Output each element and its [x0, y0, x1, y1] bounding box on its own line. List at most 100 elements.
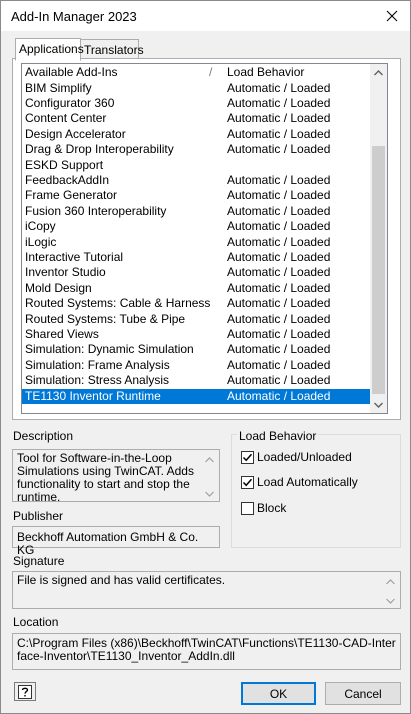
column-header-behavior[interactable]: Load Behavior: [227, 65, 304, 79]
add-in-load-behavior: Automatic / Loaded: [227, 172, 331, 187]
list-item[interactable]: Design Accelerator Automatic / Loaded: [22, 127, 372, 142]
column-header-name[interactable]: Available Add-Ins: [25, 65, 118, 79]
close-button[interactable]: [382, 6, 402, 26]
description-box[interactable]: Tool for Software-in-the-Loop Simulation…: [12, 449, 220, 504]
add-in-load-behavior: Automatic / Loaded: [227, 188, 331, 203]
add-in-load-behavior: Automatic / Loaded: [227, 219, 331, 234]
add-in-name: Content Center: [25, 111, 107, 126]
list-item[interactable]: iCopy Automatic / Loaded: [22, 219, 372, 234]
list-scrollbar[interactable]: [370, 64, 387, 413]
add-ins-list[interactable]: Available Add-Ins / Load Behavior BIM Si…: [21, 63, 388, 414]
add-in-load-behavior: Automatic / Loaded: [227, 296, 331, 311]
chevron-up-icon: [374, 69, 383, 75]
list-item[interactable]: Drag & Drop Interoperability Automatic / …: [22, 142, 372, 157]
add-in-name: ESKD Support: [25, 157, 104, 172]
ok-button[interactable]: OK: [241, 682, 316, 705]
load-option-1[interactable]: Load Automatically: [241, 475, 391, 491]
scroll-up-button[interactable]: [201, 451, 218, 468]
location-field[interactable]: C:\Program Files (x86)\Beckhoff\TwinCAT\…: [12, 633, 401, 670]
add-in-name: Simulation: Frame Analysis: [25, 357, 170, 372]
add-in-load-behavior: Automatic / Loaded: [227, 95, 331, 110]
tab-translators[interactable]: Translators: [80, 39, 144, 60]
list-item[interactable]: Simulation: Dynamic Simulation Automatic …: [22, 342, 372, 357]
add-in-load-behavior: Automatic / Loaded: [227, 357, 331, 372]
list-item[interactable]: TE1130 Inventor Runtime Automatic / Loade…: [22, 388, 372, 404]
add-in-name: TE1130 Inventor Runtime: [25, 388, 161, 403]
list-item[interactable]: Routed Systems: Tube & Pipe Automatic / L…: [22, 312, 372, 327]
list-item[interactable]: Interactive Tutorial Automatic / Loaded: [22, 250, 372, 265]
tab-applications[interactable]: Applications: [15, 38, 84, 61]
checkbox-label: Block: [257, 501, 287, 515]
add-in-manager-window: Add-In Manager 2023 Applications Transla…: [0, 0, 411, 714]
close-icon: [386, 10, 398, 22]
publisher-label: Publisher: [13, 509, 64, 523]
list-item[interactable]: Configurator 360 Automatic / Loaded: [22, 96, 372, 111]
list-item[interactable]: Content Center Automatic / Loaded: [22, 111, 372, 126]
add-in-name: Mold Design: [25, 280, 92, 295]
checkbox[interactable]: [241, 476, 254, 489]
add-in-name: iCopy: [25, 219, 56, 234]
scroll-down-button[interactable]: [382, 592, 399, 609]
location-text: C:\Program Files (x86)\Beckhoff\TwinCAT\…: [17, 636, 396, 663]
scroll-down-button[interactable]: [201, 485, 218, 502]
list-item[interactable]: BIM Simplify Automatic / Loaded: [22, 81, 372, 96]
publisher-field[interactable]: Beckhoff Automation GmbH & Co. KG: [12, 526, 220, 557]
publisher-text: Beckhoff Automation GmbH & Co. KG: [17, 530, 199, 557]
checkbox[interactable]: [241, 451, 254, 464]
help-button[interactable]: [14, 682, 36, 701]
list-item[interactable]: FeedbackAddIn Automatic / Loaded: [22, 173, 372, 188]
add-in-load-behavior: Automatic / Loaded: [227, 388, 331, 403]
add-in-load-behavior: Automatic / Loaded: [227, 111, 331, 126]
signature-box[interactable]: File is signed and has valid certificate…: [12, 571, 401, 609]
list-header[interactable]: Available Add-Ins / Load Behavior: [22, 65, 372, 80]
sort-indicator: /: [209, 65, 213, 79]
add-in-name: Simulation: Stress Analysis: [25, 373, 170, 388]
add-in-load-behavior: Automatic / Loaded: [227, 326, 331, 341]
scroll-up-button[interactable]: [382, 573, 399, 590]
signature-label: Signature: [13, 554, 65, 568]
chevron-up-icon: [205, 456, 214, 462]
add-in-name: BIM Simplify: [25, 80, 92, 95]
list-item[interactable]: Simulation: Stress Analysis Automatic / L…: [22, 373, 372, 388]
checkbox-label: Loaded/Unloaded: [257, 450, 352, 464]
help-icon: [18, 684, 32, 699]
description-label: Description: [13, 429, 74, 443]
applications-panel: Available Add-Ins / Load Behavior BIM Si…: [12, 58, 401, 420]
add-in-load-behavior: Automatic / Loaded: [227, 234, 331, 249]
add-in-name: Fusion 360 Interoperability: [25, 203, 167, 218]
chevron-up-icon: [386, 578, 395, 584]
list-item[interactable]: Fusion 360 Interoperability Automatic / L…: [22, 204, 372, 219]
list-item[interactable]: ESKD Support: [22, 158, 372, 173]
add-in-name: Routed Systems: Tube & Pipe: [25, 311, 186, 326]
scroll-down-button[interactable]: [370, 396, 387, 413]
checkbox[interactable]: [241, 502, 254, 515]
signature-text: File is signed and has valid certificate…: [17, 573, 226, 587]
list-item[interactable]: Mold Design Automatic / Loaded: [22, 281, 372, 296]
title-bar: Add-In Manager 2023: [1, 1, 410, 31]
list-item[interactable]: iLogic Automatic / Loaded: [22, 235, 372, 250]
list-item[interactable]: Routed Systems: Cable & Harness Automatic…: [22, 296, 372, 311]
add-in-name: Simulation: Dynamic Simulation: [25, 342, 194, 357]
cancel-button[interactable]: Cancel: [325, 682, 401, 705]
checkmark-icon: [242, 478, 253, 487]
list-item[interactable]: Frame Generator Automatic / Loaded: [22, 188, 372, 203]
load-option-0[interactable]: Loaded/Unloaded: [241, 450, 391, 466]
add-in-name: Routed Systems: Cable & Harness: [25, 296, 211, 311]
scroll-up-button[interactable]: [370, 64, 387, 81]
description-scrollbar[interactable]: [201, 451, 218, 500]
list-item[interactable]: Simulation: Frame Analysis Automatic / Lo…: [22, 358, 372, 373]
add-in-name: FeedbackAddIn: [25, 172, 110, 187]
scroll-thumb[interactable]: [372, 146, 385, 394]
add-in-load-behavior: Automatic / Loaded: [227, 203, 331, 218]
add-in-load-behavior: Automatic / Loaded: [227, 265, 331, 280]
load-option-2[interactable]: Block: [241, 501, 391, 517]
list-item[interactable]: Inventor Studio Automatic / Loaded: [22, 265, 372, 280]
checkbox-label: Load Automatically: [257, 475, 358, 489]
add-in-name: Inventor Studio: [25, 265, 106, 280]
add-in-name: Interactive Tutorial: [25, 249, 124, 264]
list-item[interactable]: Shared Views Automatic / Loaded: [22, 327, 372, 342]
add-in-name: Frame Generator: [25, 188, 118, 203]
signature-scrollbar[interactable]: [382, 573, 399, 607]
add-in-load-behavior: Automatic / Loaded: [227, 373, 331, 388]
chevron-down-icon: [386, 598, 395, 604]
